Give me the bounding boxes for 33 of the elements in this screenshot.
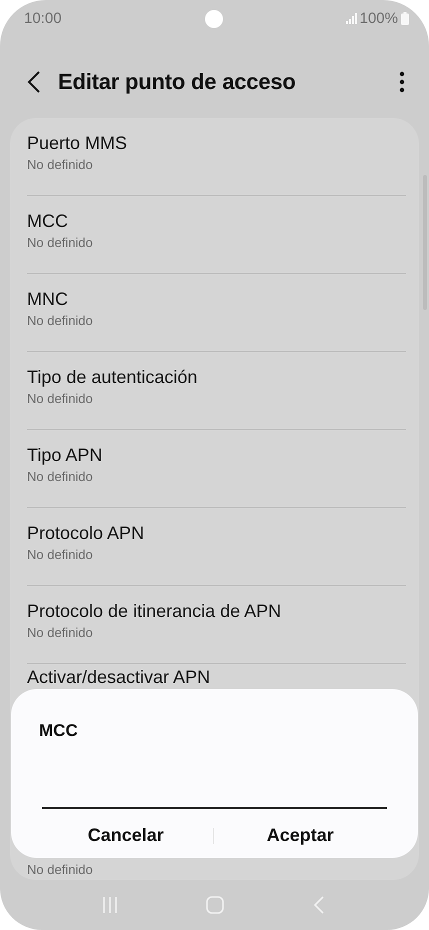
settings-item[interactable]: MNC No definido xyxy=(27,274,406,352)
more-options-button[interactable] xyxy=(399,71,405,94)
item-title: MNC xyxy=(27,288,69,310)
item-title: Puerto MMS xyxy=(27,132,128,154)
item-title: Protocolo APN xyxy=(27,522,146,544)
item-value: No definido xyxy=(27,312,94,329)
item-value: No definido xyxy=(27,624,94,641)
item-title: Tipo de autenticación xyxy=(27,366,198,388)
settings-item[interactable]: Protocolo APN No definido xyxy=(27,508,406,586)
item-title: Tipo APN xyxy=(27,444,104,466)
item-value: No definido xyxy=(27,390,94,407)
item-title: MCC xyxy=(27,210,69,232)
settings-item[interactable]: Protocolo de itinerancia de APN No definido xyxy=(27,586,406,664)
item-title: Protocolo de itinerancia de APN xyxy=(27,600,282,622)
battery-percentage: 100% xyxy=(360,10,398,27)
settings-item[interactable]: Tipo APN No definido xyxy=(27,430,406,508)
camera-icon xyxy=(205,10,223,28)
dialog-title: MCC xyxy=(39,721,79,741)
item-value: No definido xyxy=(27,156,94,173)
item-title: Activar/desactivar APN xyxy=(27,666,212,688)
item-value: No definido xyxy=(27,234,94,251)
page-title: Editar punto de acceso xyxy=(58,69,297,96)
clock: 10:00 xyxy=(24,10,62,27)
signal-icon xyxy=(346,12,357,24)
settings-item[interactable]: Puerto MMS No definido xyxy=(27,118,406,196)
item-value: No definido xyxy=(27,546,94,563)
settings-item[interactable]: Tipo de autenticación No definido xyxy=(27,352,406,430)
battery-icon xyxy=(401,12,409,25)
back-button[interactable] xyxy=(26,70,42,94)
item-value: No definido xyxy=(27,468,94,485)
accept-button[interactable]: Aceptar xyxy=(214,817,387,854)
settings-item[interactable]: MCC No definido xyxy=(27,196,406,274)
cancel-button[interactable]: Cancelar xyxy=(39,817,212,854)
